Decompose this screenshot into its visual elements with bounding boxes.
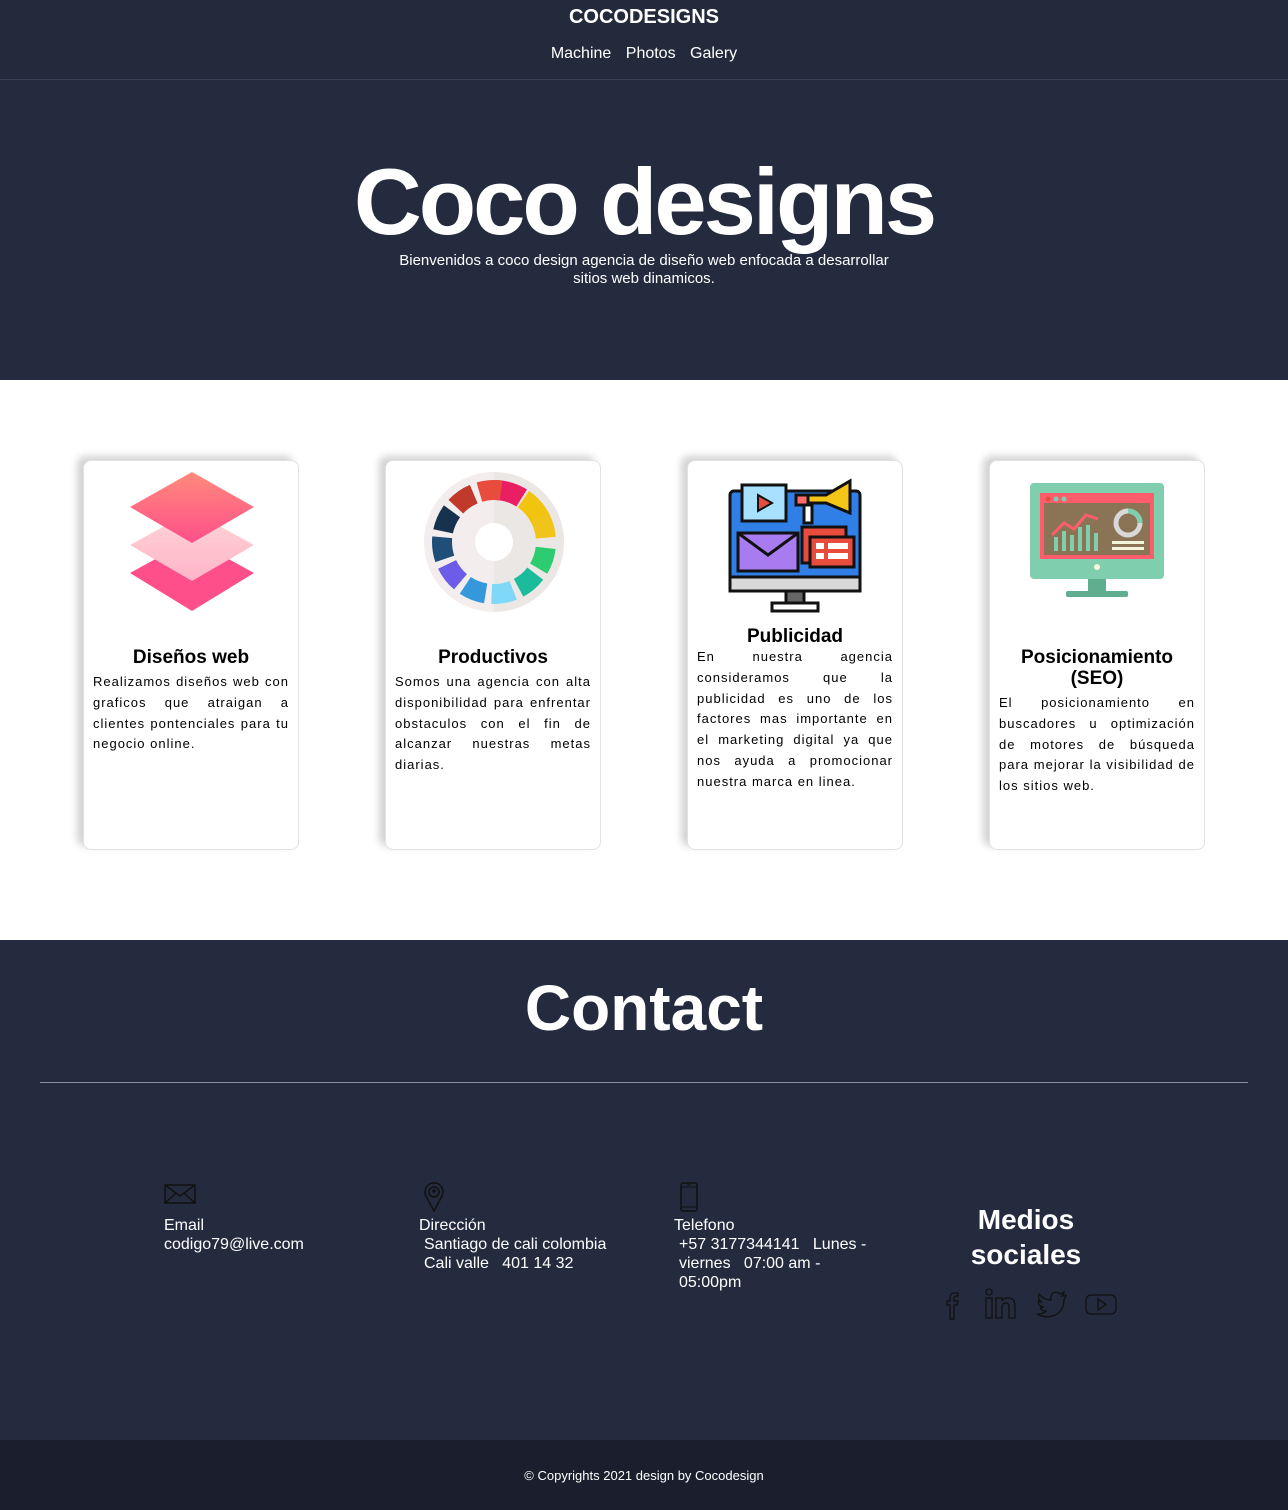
main-nav: Machine Photos Galery: [0, 45, 1288, 63]
twitter-icon[interactable]: [1034, 1287, 1068, 1321]
youtube-icon[interactable]: [1084, 1287, 1118, 1321]
contact-label: Email: [164, 1217, 205, 1234]
digital-marketing-icon: [726, 469, 866, 619]
service-title: Diseños web: [132, 647, 250, 668]
service-description: Realizamos diseños web con graficos que …: [93, 674, 289, 752]
contact-value[interactable]: +57 3177344141 Lunes - viernes 07:00 am …: [674, 1235, 879, 1292]
service-description: En nuestra agencia consideramos que la p…: [697, 649, 893, 789]
nav-link-machine[interactable]: Machine: [551, 45, 611, 62]
envelope-icon: [164, 1182, 379, 1212]
service-card-productive: Productivos Somos una agencia con alta d…: [385, 460, 601, 850]
brand-logo-text[interactable]: COCODESIGNS: [0, 6, 1288, 29]
top-navbar: COCODESIGNS Machine Photos Galery: [0, 0, 1288, 80]
social-media: Medios sociales: [926, 1202, 1126, 1320]
contact-label: Dirección: [419, 1217, 486, 1234]
service-title: Posicionamiento (SEO): [1020, 647, 1174, 689]
footer-copyright: © Copyrights 2021 design by Cocodesign: [524, 1468, 764, 1483]
contact-email: Email codigo79@live.com: [164, 1182, 379, 1254]
footer: © Copyrights 2021 design by Cocodesign: [0, 1440, 1288, 1510]
service-title: Productivos: [438, 647, 548, 668]
nav-link-photos[interactable]: Photos: [626, 45, 676, 62]
contact-address: Dirección Santiago de cali colombia Cali…: [419, 1182, 634, 1273]
layers-icon: [122, 469, 262, 619]
smartphone-icon: [674, 1182, 879, 1212]
contact-title: Contact: [524, 972, 764, 1044]
facebook-icon[interactable]: [936, 1287, 970, 1321]
service-description: Somos una agencia con alta disponibilida…: [395, 674, 591, 773]
contact-section: Contact Email codigo79@live.com Direcció…: [0, 940, 1288, 1440]
hero-subtitle: Bienvenidos a coco design agencia de dis…: [399, 252, 889, 287]
seo-monitor-icon: [1028, 469, 1168, 619]
social-icons: [936, 1287, 1126, 1323]
hero-title: Coco designs: [353, 149, 937, 254]
divider: [40, 1082, 1248, 1083]
service-card-web-design: Diseños web Realizamos diseños web con g…: [83, 460, 299, 850]
service-card-seo: Posicionamiento (SEO) El posicionamiento…: [989, 460, 1205, 850]
service-title: Publicidad: [746, 626, 844, 647]
nav-link-galery[interactable]: Galery: [690, 45, 737, 62]
linkedin-icon[interactable]: [984, 1287, 1018, 1321]
social-title: Medios sociales: [970, 1204, 1082, 1270]
service-description: El posicionamiento en buscadores u optim…: [999, 695, 1195, 794]
map-pin-icon: [419, 1182, 634, 1213]
contact-label: Telefono: [674, 1217, 735, 1234]
contact-phone: Telefono +57 3177344141 Lunes - viernes …: [674, 1182, 879, 1292]
hero-section: Coco designs Bienvenidos a coco design a…: [0, 80, 1288, 380]
service-card-advertising: Publicidad En nuestra agencia consideram…: [687, 460, 903, 850]
contact-value[interactable]: codigo79@live.com: [164, 1235, 379, 1254]
contact-value: Santiago de cali colombia Cali valle 401…: [424, 1236, 620, 1272]
color-wheel-icon: [424, 469, 564, 619]
services-section: Diseños web Realizamos diseños web con g…: [0, 380, 1288, 940]
